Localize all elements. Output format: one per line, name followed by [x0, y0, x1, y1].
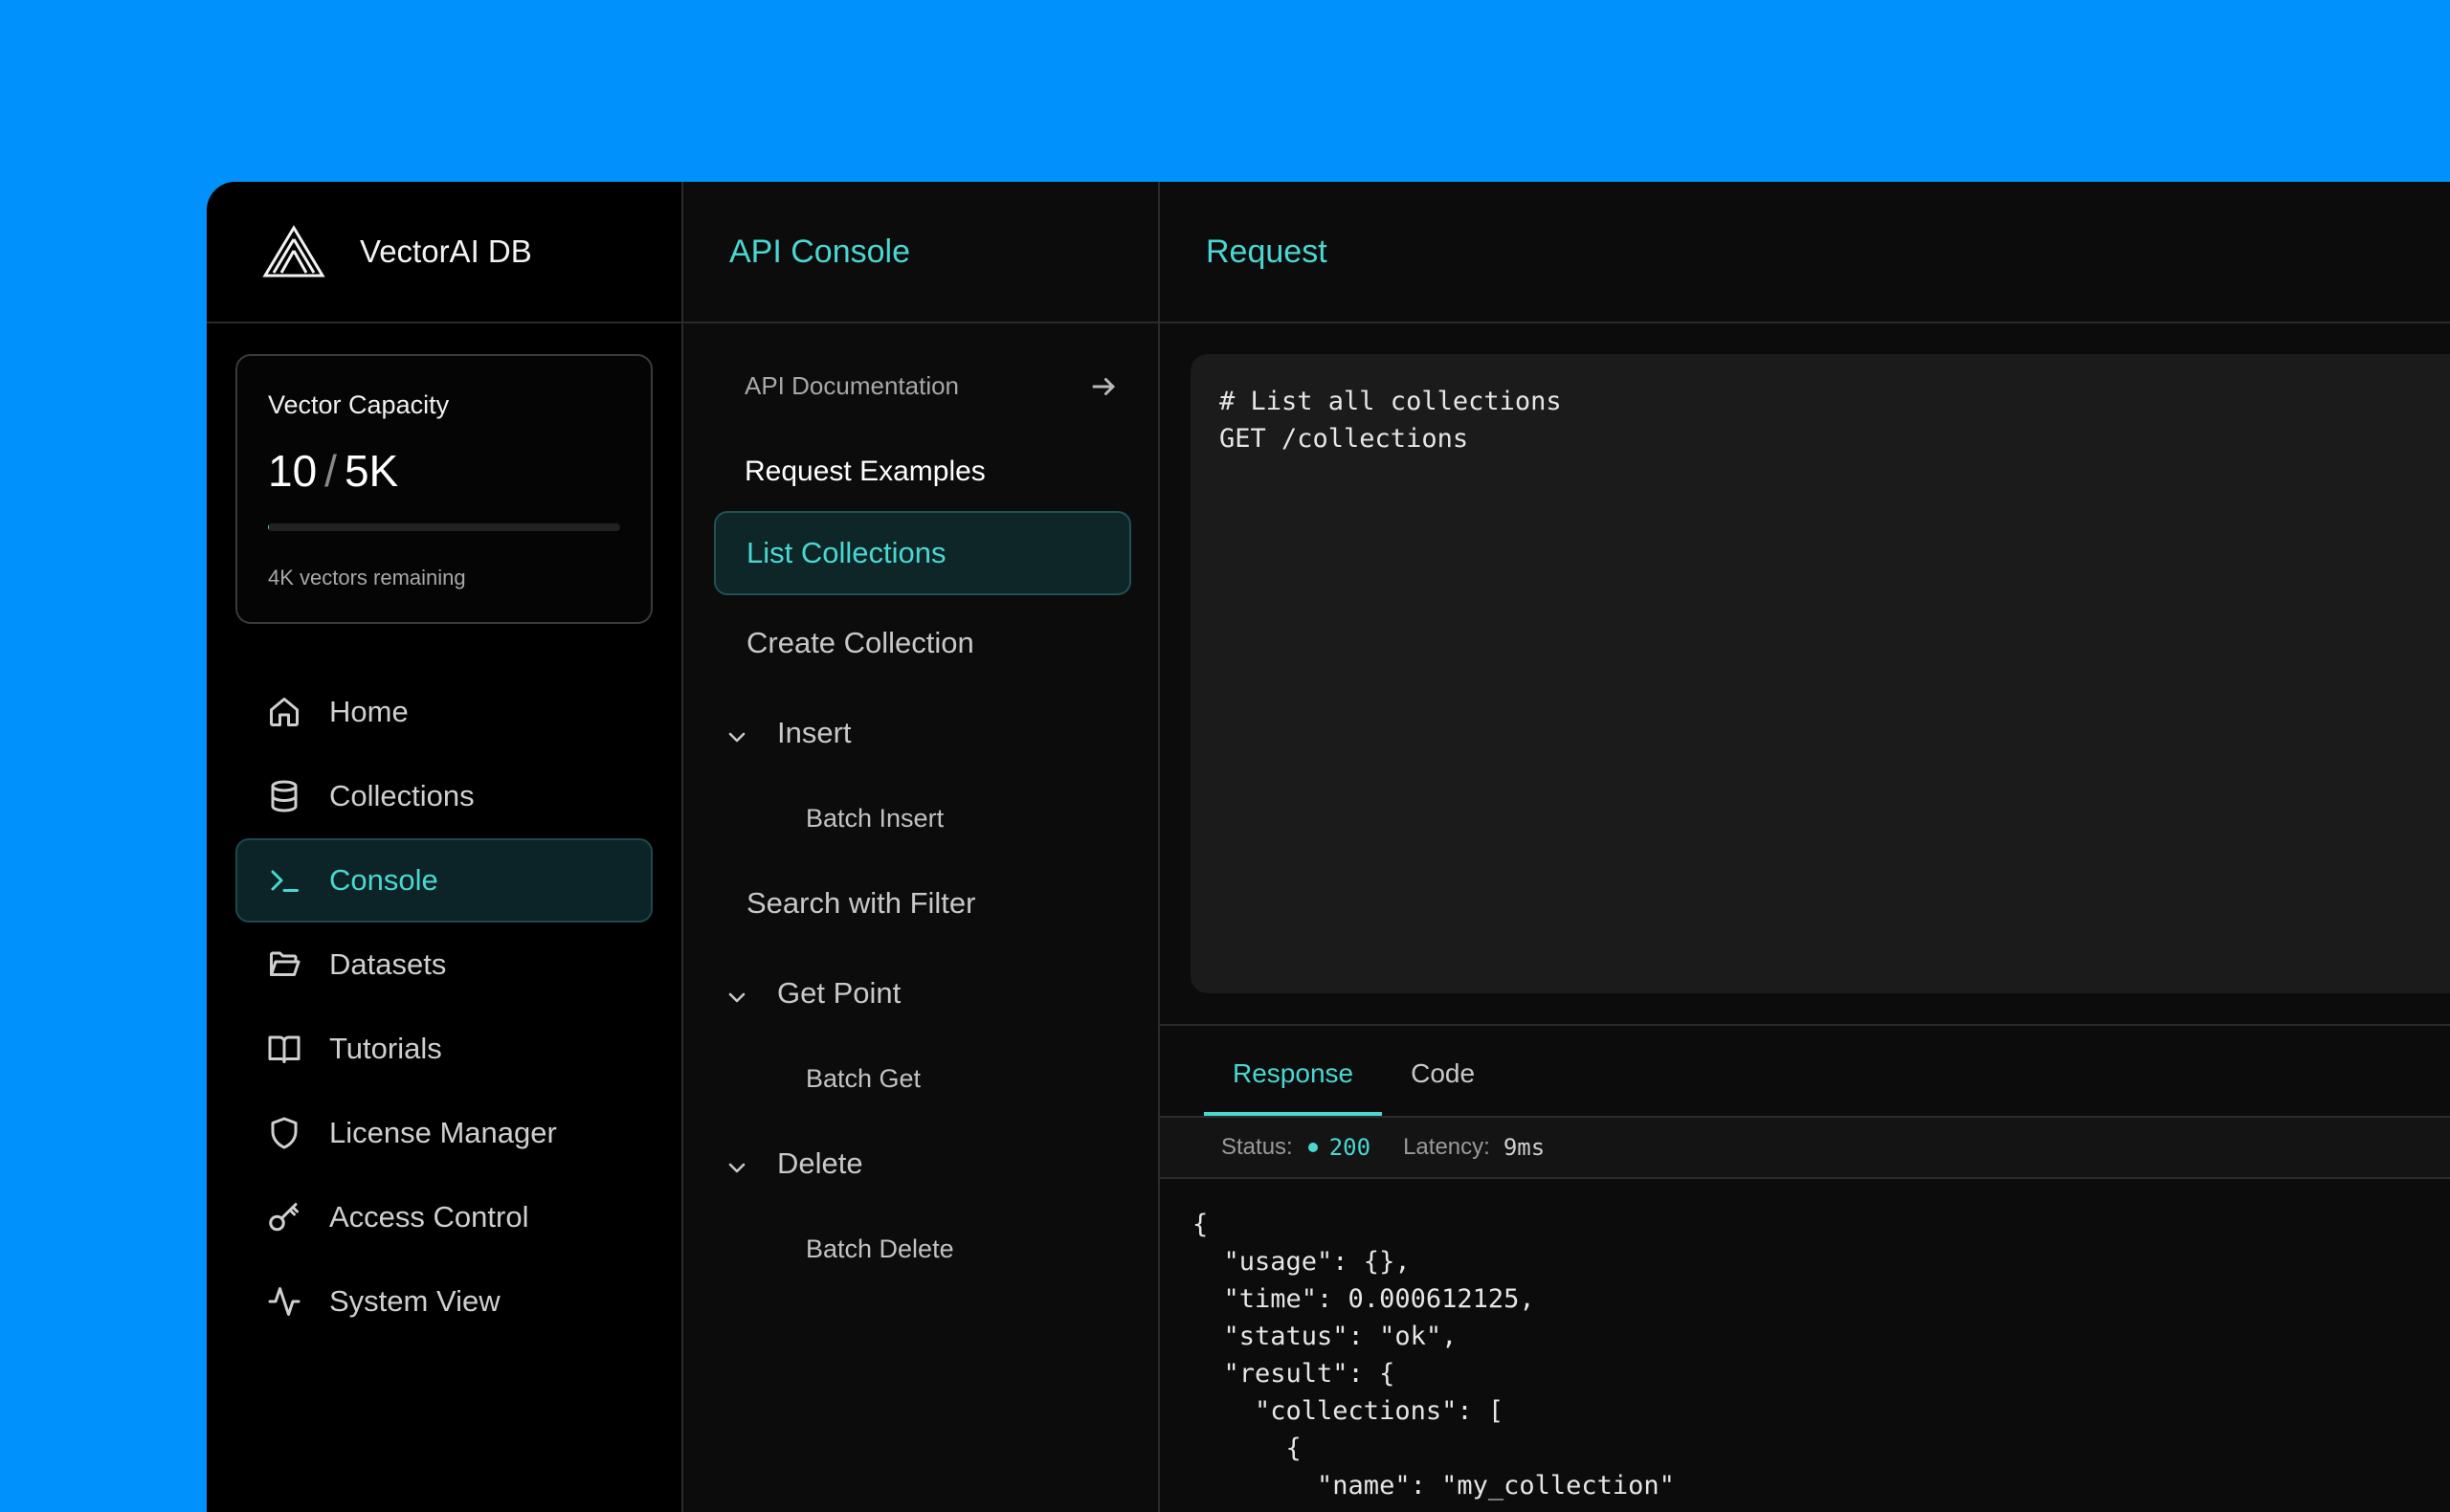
shield-icon	[266, 1115, 302, 1151]
example-group-delete[interactable]: Delete	[714, 1122, 1131, 1206]
capacity-total: 5K	[344, 446, 399, 496]
api-console-title: API Console	[683, 182, 1158, 323]
nav-item-access-control[interactable]: Access Control	[235, 1175, 653, 1259]
response-panel: Response Code Status: 200 Latency: 9ms {…	[1160, 1024, 2450, 1512]
app-window: VectorAI DB Vector Capacity 10/5K 4K vec…	[207, 182, 2450, 1512]
example-search-with-filter[interactable]: Search with Filter	[714, 861, 1131, 945]
key-icon	[266, 1199, 302, 1235]
chevron-down-icon	[725, 722, 748, 745]
status-label: Status:	[1221, 1134, 1293, 1160]
response-body: { "usage": {}, "time": 0.000612125, "sta…	[1192, 1210, 1675, 1501]
example-group-insert[interactable]: Insert	[714, 691, 1131, 775]
nav-item-license-manager[interactable]: License Manager	[235, 1091, 653, 1175]
nav-item-console[interactable]: Console	[235, 838, 653, 923]
folder-open-icon	[266, 946, 302, 983]
api-documentation-link[interactable]: API Documentation	[745, 371, 1118, 401]
database-icon	[266, 778, 302, 814]
response-tabs: Response Code	[1160, 1026, 2450, 1118]
vector-capacity-card: Vector Capacity 10/5K 4K vectors remaini…	[235, 354, 653, 624]
example-batch-get[interactable]: Batch Get	[714, 1041, 1131, 1116]
capacity-separator: /	[324, 446, 337, 496]
nav-item-label: Console	[329, 863, 438, 897]
nav-item-label: Collections	[329, 779, 475, 812]
nav-item-collections[interactable]: Collections	[235, 754, 653, 838]
vectorai-logo-icon	[262, 225, 325, 278]
response-status-bar: Status: 200 Latency: 9ms	[1160, 1118, 2450, 1179]
capacity-value: 10/5K	[268, 445, 620, 497]
brand[interactable]: VectorAI DB	[207, 182, 681, 323]
capacity-title: Vector Capacity	[268, 390, 450, 419]
capacity-remaining: 4K vectors remaining	[268, 566, 466, 589]
latency-label: Latency:	[1403, 1134, 1490, 1160]
api-console-panel: API Console API Documentation Request Ex…	[683, 182, 1160, 1512]
capacity-progress-fill	[268, 523, 269, 531]
example-label: Search with Filter	[746, 886, 976, 920]
request-editor[interactable]: # List all collections GET /collections	[1191, 354, 2450, 993]
example-batch-delete[interactable]: Batch Delete	[714, 1212, 1131, 1286]
nav-item-label: License Manager	[329, 1116, 557, 1149]
request-examples-list: List Collections Create Collection Inser…	[714, 511, 1131, 1292]
capacity-progress-bar	[268, 523, 620, 531]
request-panel: Request # List all collections GET /coll…	[1160, 182, 2450, 1512]
nav-item-system-view[interactable]: System View	[235, 1259, 653, 1344]
example-label: Create Collection	[746, 626, 974, 659]
example-label: Batch Get	[806, 1063, 922, 1093]
chevron-down-icon	[725, 1152, 748, 1175]
example-batch-insert[interactable]: Batch Insert	[714, 781, 1131, 856]
request-examples-heading: Request Examples	[745, 456, 986, 487]
latency-value: 9ms	[1503, 1134, 1546, 1161]
nav-item-label: Tutorials	[329, 1032, 442, 1065]
example-label: Delete	[777, 1146, 863, 1180]
example-label: Batch Delete	[806, 1234, 954, 1263]
example-group-get-point[interactable]: Get Point	[714, 951, 1131, 1035]
example-label: List Collections	[746, 536, 947, 569]
sidebar: VectorAI DB Vector Capacity 10/5K 4K vec…	[207, 182, 683, 1512]
capacity-used: 10	[268, 446, 318, 496]
tab-code[interactable]: Code	[1382, 1058, 1503, 1116]
example-label: Get Point	[777, 976, 902, 1010]
nav-item-label: System View	[329, 1284, 501, 1318]
request-title: Request	[1160, 182, 2450, 323]
nav-item-tutorials[interactable]: Tutorials	[235, 1007, 653, 1091]
nav-item-label: Access Control	[329, 1200, 529, 1234]
example-create-collection[interactable]: Create Collection	[714, 601, 1131, 685]
arrow-right-icon	[1092, 377, 1115, 395]
api-documentation-label: API Documentation	[745, 371, 960, 400]
status-code: 200	[1328, 1134, 1371, 1161]
chevron-down-icon	[725, 982, 748, 1005]
nav-item-datasets[interactable]: Datasets	[235, 923, 653, 1007]
activity-icon	[266, 1283, 302, 1320]
app-name: VectorAI DB	[360, 233, 532, 269]
example-list-collections[interactable]: List Collections	[714, 511, 1131, 595]
main-nav: Home Collections Console Datasets Tutori…	[235, 670, 653, 1344]
status-dot-icon	[1307, 1143, 1318, 1152]
book-open-icon	[266, 1031, 302, 1067]
example-label: Batch Insert	[806, 803, 945, 833]
nav-item-label: Home	[329, 695, 409, 728]
nav-item-label: Datasets	[329, 947, 447, 981]
nav-item-home[interactable]: Home	[235, 670, 653, 754]
example-label: Insert	[777, 716, 852, 749]
terminal-icon	[266, 862, 302, 899]
home-icon	[266, 694, 302, 730]
tab-response[interactable]: Response	[1204, 1058, 1383, 1116]
